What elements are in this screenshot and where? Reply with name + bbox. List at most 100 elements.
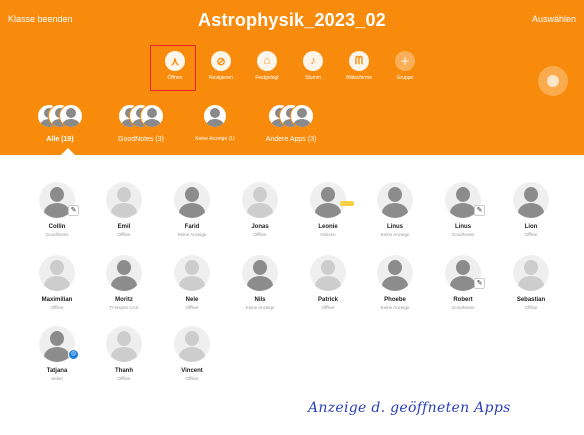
student-tile[interactable]: Leonie Notizen: [296, 182, 360, 237]
student-name: Linus: [387, 224, 403, 230]
student-status: Notizen: [320, 232, 336, 237]
group-all[interactable]: Alle (19): [30, 104, 90, 143]
navigate-tool[interactable]: ⊘ Navigieren: [201, 51, 241, 82]
student-status: Keine Anzeige: [177, 232, 207, 237]
group-label: Keine Anzeige (1): [195, 136, 235, 142]
person-icon: [242, 182, 278, 218]
avatar: [310, 182, 354, 218]
compass-icon: ⊘: [211, 51, 231, 71]
student-name: Nele: [185, 297, 199, 303]
student-status: Offline: [524, 232, 538, 237]
student-tile[interactable]: Farid Keine Anzeige: [160, 182, 224, 237]
student-tile[interactable]: Moritz TI-Nspire CAS: [92, 255, 156, 310]
student-tile[interactable]: Sebastian Offline: [499, 255, 563, 310]
student-status: Offline: [117, 232, 131, 237]
avatar: [242, 182, 278, 218]
avatar: [513, 255, 549, 291]
tool-label: Festgelegt: [255, 75, 279, 81]
student-status: Keine Anzeige: [380, 305, 410, 310]
student-tile[interactable]: Lion Offline: [499, 182, 563, 237]
student-status: Offline: [253, 232, 267, 237]
avatar: [106, 255, 142, 291]
screens-tool[interactable]: ᗰ Bildschirme: [339, 51, 379, 82]
student-tile[interactable]: ✎ Linus GoodNotes: [431, 182, 495, 237]
student-name: Lion: [524, 224, 538, 230]
avatar: [106, 326, 142, 362]
notes-badge-icon: [340, 201, 354, 206]
student-name: Patrick: [317, 297, 338, 303]
avatar: ✎: [445, 182, 485, 218]
group-tool[interactable]: + Gruppe: [385, 51, 425, 82]
selected-group-caret: [61, 148, 75, 155]
person-icon: [513, 255, 549, 291]
tool-bar: ⋏ Öffnen ⊘ Navigieren ⌂ Festgelegt ♪ Stu…: [155, 51, 435, 99]
student-name: Nils: [254, 297, 266, 303]
avatar: [106, 182, 142, 218]
student-tile[interactable]: Maximilian Offline: [25, 255, 89, 310]
student-tile[interactable]: Phoebe Keine Anzeige: [363, 255, 427, 310]
lock-icon: ⌂: [257, 51, 277, 71]
student-name: Leonie: [318, 224, 338, 230]
toolbar-header: Klasse beenden Astrophysik_2023_02 Auswä…: [0, 0, 584, 155]
avatar: [174, 326, 210, 362]
person-icon: [106, 255, 142, 291]
student-name: Emil: [117, 224, 131, 230]
plus-icon: +: [395, 51, 415, 71]
student-name: Maximilian: [41, 297, 73, 303]
group-no-display[interactable]: Keine Anzeige (1): [182, 104, 248, 142]
student-tile[interactable]: Nele Offline: [160, 255, 224, 310]
student-tile[interactable]: Jonas Offline: [228, 182, 292, 237]
remote-control-icon[interactable]: [538, 66, 568, 96]
student-tile[interactable]: Thanh Offline: [92, 326, 156, 381]
person-icon: [39, 255, 75, 291]
tool-label: Gruppe: [396, 75, 414, 81]
goodnotes-badge-icon: ✎: [68, 205, 79, 216]
student-status: Offline: [524, 305, 538, 310]
lock-tool[interactable]: ⌂ Festgelegt: [247, 51, 287, 82]
avatar: [377, 182, 413, 218]
student-status: Offline: [50, 305, 64, 310]
student-status: TI-Nspire CAS: [109, 305, 139, 310]
group-other-apps[interactable]: Andere Apps (3): [254, 104, 328, 143]
student-status: Safari: [51, 376, 63, 381]
goodnotes-badge-icon: ✎: [474, 278, 485, 289]
student-status: GoodNotes: [451, 232, 475, 237]
student-name: Vincent: [181, 368, 203, 374]
student-name: Linus: [455, 224, 471, 230]
avatar: [39, 255, 75, 291]
person-icon: [174, 182, 210, 218]
binoculars-icon: ᗰ: [349, 51, 369, 71]
student-tile[interactable]: Linus Keine Anzeige: [363, 182, 427, 237]
person-icon: [310, 182, 346, 218]
person-icon: [174, 326, 210, 362]
student-tile[interactable]: ◎ Tatjana Safari: [25, 326, 89, 381]
student-name: Robert: [453, 297, 473, 303]
student-tile[interactable]: Vincent Offline: [160, 326, 224, 381]
student-name: Jonas: [251, 224, 269, 230]
mute-tool[interactable]: ♪ Stumm: [293, 51, 333, 82]
avatar: ✎: [39, 182, 79, 218]
open-tool-highlight-box: [150, 45, 196, 91]
avatar: [310, 255, 346, 291]
student-tile[interactable]: Nils Keine Anzeige: [228, 255, 292, 310]
student-tile[interactable]: Emil Offline: [92, 182, 156, 237]
student-status: GoodNotes: [45, 232, 69, 237]
group-label: Alle (19): [46, 136, 74, 143]
person-icon: [310, 255, 346, 291]
handwritten-annotation: Anzeige d. geöffneten Apps: [308, 400, 511, 416]
goodnotes-badge-icon: ✎: [474, 205, 485, 216]
avatar: [377, 255, 413, 291]
student-tile[interactable]: ✎ Robert GoodNotes: [431, 255, 495, 310]
student-tile[interactable]: Patrick Offline: [296, 255, 360, 310]
group-label: GoodNotes (3): [118, 136, 164, 143]
tool-label: Stumm: [305, 75, 321, 81]
student-status: Offline: [117, 376, 131, 381]
person-icon: [174, 255, 210, 291]
group-goodnotes[interactable]: GoodNotes (3): [106, 104, 176, 143]
student-name: Thanh: [115, 368, 133, 374]
select-button[interactable]: Auswählen: [532, 14, 576, 24]
person-icon: [106, 182, 142, 218]
avatar: [174, 182, 210, 218]
tool-label: Navigieren: [209, 75, 233, 81]
student-tile[interactable]: ✎ Collin GoodNotes: [25, 182, 89, 237]
